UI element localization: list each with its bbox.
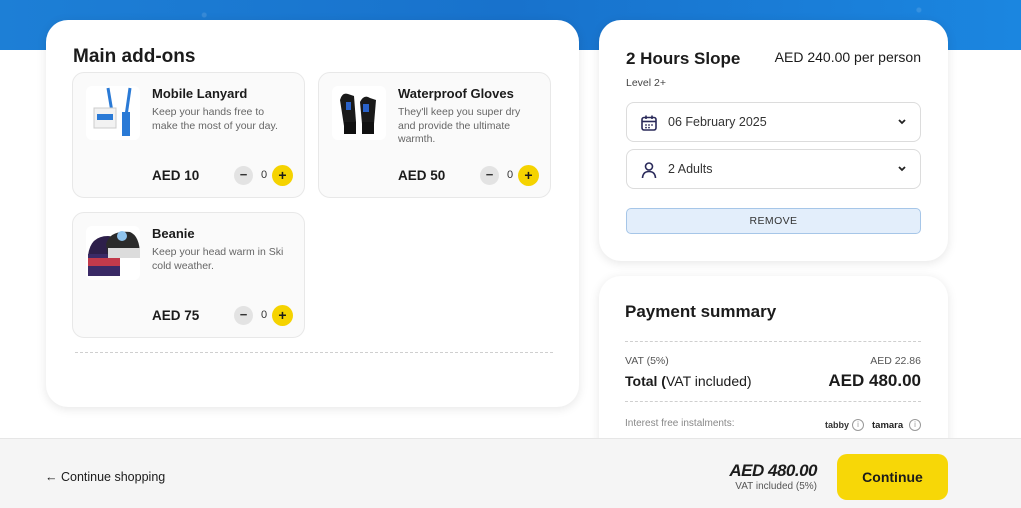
divider (625, 341, 921, 342)
quantity-stepper: − 0 + (234, 165, 294, 187)
increment-button[interactable]: + (518, 165, 539, 186)
tabby-logo: tabby (825, 420, 850, 430)
addon-name: Beanie (152, 226, 195, 241)
addons-card: Main add-ons Mobile Lanyard Keep your ha… (46, 20, 579, 407)
gloves-image (332, 86, 386, 140)
lanyard-image (86, 86, 140, 140)
chevron-down-icon (896, 161, 908, 177)
addon-description: Keep your head warm in Ski cold weather. (152, 246, 284, 272)
quantity-stepper: − 0 + (234, 305, 294, 327)
vat-label: VAT (5%) (625, 355, 669, 367)
payment-summary-title: Payment summary (625, 302, 777, 321)
booking-card: 2 Hours Slope AED 240.00 per person Leve… (599, 20, 948, 261)
total-label-rest: VAT included) (665, 373, 752, 389)
product-price: AED 240.00 per person (774, 49, 921, 65)
selected-date: 06 February 2025 (668, 115, 767, 129)
addon-card-beanie: Beanie Keep your head warm in Ski cold w… (72, 212, 305, 338)
bar-total: AED 480.00 (729, 461, 817, 480)
addon-card-gloves: Waterproof Gloves They'll keep you super… (318, 72, 551, 198)
addon-card-lanyard: Mobile Lanyard Keep your hands free to m… (72, 72, 305, 198)
chevron-down-icon (896, 114, 908, 130)
bar-vat-note: VAT included (5%) (735, 481, 817, 492)
addon-name: Waterproof Gloves (398, 86, 514, 101)
selected-guests: 2 Adults (668, 162, 713, 176)
addon-description: Keep your hands free to make the most of… (152, 106, 278, 132)
instalments-label: Interest free instalments: (625, 418, 735, 429)
total-value: AED 480.00 (828, 371, 921, 390)
increment-button[interactable]: + (272, 305, 293, 326)
product-title: 2 Hours Slope (626, 49, 741, 68)
decrement-button[interactable]: − (480, 166, 499, 185)
total-label-bold: Total ( (625, 373, 666, 389)
product-level: Level 2+ (626, 77, 666, 89)
quantity-stepper: − 0 + (480, 165, 540, 187)
guests-select[interactable]: 2 Adults (626, 149, 921, 189)
addon-price: AED 50 (398, 168, 446, 183)
tamara-logo: tamara (872, 420, 904, 431)
addons-title: Main add-ons (73, 46, 196, 67)
increment-button[interactable]: + (272, 165, 293, 186)
addon-name: Mobile Lanyard (152, 86, 248, 101)
decrement-button[interactable]: − (234, 166, 253, 185)
vat-value: AED 22.86 (870, 355, 921, 367)
continue-shopping-link[interactable]: ← Continue shopping (45, 470, 165, 484)
continue-button[interactable]: Continue (837, 454, 948, 500)
calendar-icon (640, 114, 658, 132)
date-select[interactable]: 06 February 2025 (626, 102, 921, 142)
decrement-button[interactable]: − (234, 306, 253, 325)
divider (625, 401, 921, 402)
remove-button[interactable]: REMOVE (626, 208, 921, 234)
quantity-value: 0 (260, 309, 268, 321)
quantity-value: 0 (506, 169, 514, 181)
addon-description: They'll keep you super dry and provide t… (398, 106, 521, 145)
info-icon[interactable]: i (909, 419, 921, 431)
divider (75, 352, 553, 353)
person-icon (640, 161, 658, 179)
beanie-image (86, 226, 140, 280)
info-icon[interactable]: i (852, 419, 864, 431)
addon-price: AED 75 (152, 308, 200, 323)
addon-price: AED 10 (152, 168, 200, 183)
bottom-bar: ← Continue shopping AED 480.00 VAT inclu… (0, 438, 1021, 508)
total-label: Total (VAT included) (625, 373, 752, 389)
quantity-value: 0 (260, 169, 268, 181)
